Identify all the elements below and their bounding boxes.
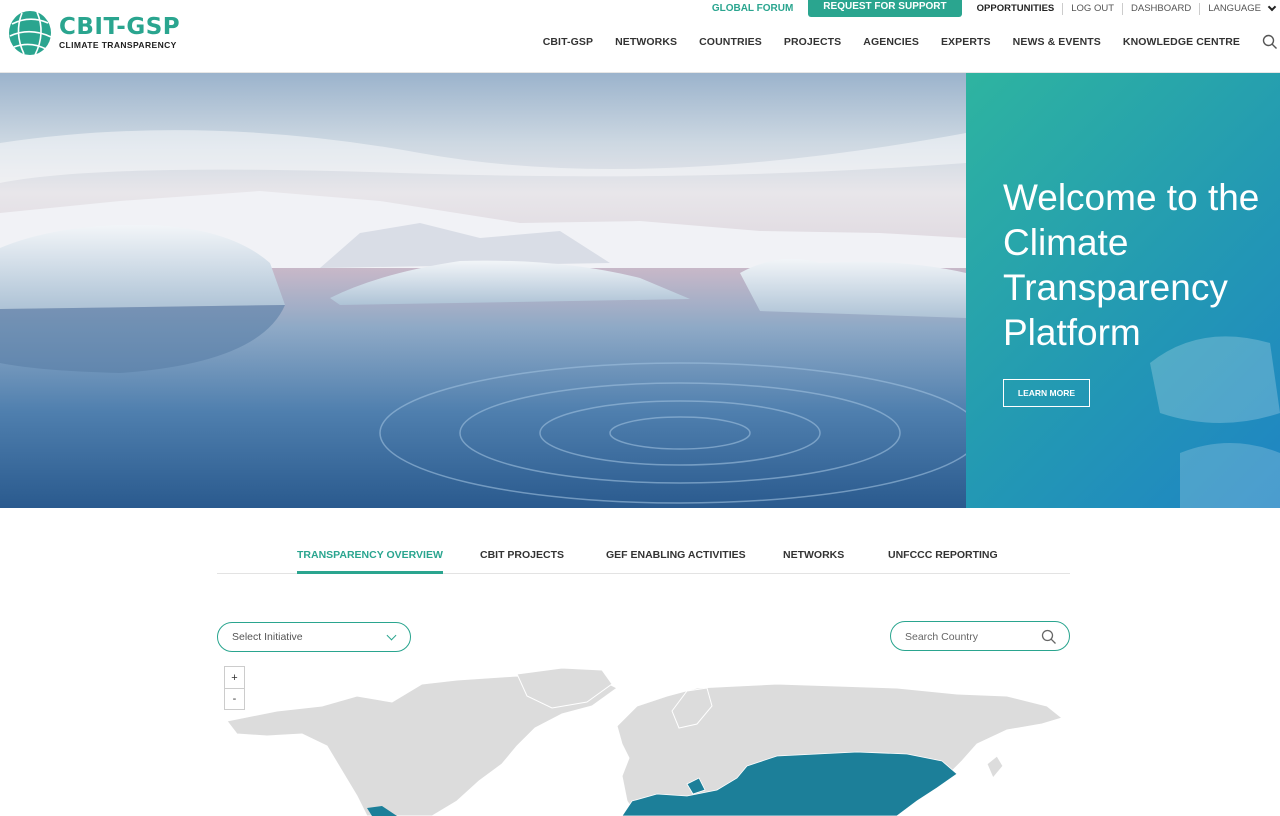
hero-panel: Welcome to the Climate Transparency Plat… — [966, 73, 1280, 508]
request-support-button[interactable]: REQUEST FOR SUPPORT — [808, 0, 962, 17]
nav-item-countries[interactable]: COUNTRIES — [699, 36, 762, 48]
world-map-graphic — [226, 667, 1064, 816]
nav-item-knowledge-centre[interactable]: KNOWLEDGE CENTRE — [1123, 36, 1240, 48]
nav-item-networks[interactable]: NETWORKS — [615, 36, 677, 48]
language-label: LANGUAGE — [1208, 2, 1261, 14]
tab-unfccc-reporting[interactable]: UNFCCC REPORTING — [888, 549, 998, 574]
map-zoom-control: + - — [224, 666, 245, 710]
language-dropdown[interactable]: LANGUAGE — [1199, 2, 1280, 15]
glacier-lagoon-image — [0, 73, 966, 508]
site-header: CBIT-GSP CLIMATE TRANSPARENCY GLOBAL FOR… — [0, 0, 1280, 73]
tab-transparency-overview[interactable]: TRANSPARENCY OVERVIEW — [297, 549, 443, 574]
main-nav: CBIT-GSP NETWORKS COUNTRIES PROJECTS AGE… — [543, 34, 1280, 50]
search-country-input[interactable] — [905, 629, 1035, 645]
globe-logo-icon — [9, 11, 52, 56]
learn-more-button[interactable]: LEARN MORE — [1003, 379, 1090, 407]
select-initiative-label: Select Initiative — [232, 631, 303, 643]
utility-bar: GLOBAL FORUM REQUEST FOR SUPPORT OPPORTU… — [712, 0, 1280, 17]
search-country-box — [890, 621, 1070, 651]
global-forum-link[interactable]: GLOBAL FORUM — [712, 3, 793, 14]
search-icon[interactable] — [1041, 629, 1057, 645]
tab-networks[interactable]: NETWORKS — [783, 549, 844, 574]
search-icon[interactable] — [1262, 34, 1278, 50]
zoom-in-button[interactable]: + — [225, 667, 244, 688]
tab-gef-enabling-activities[interactable]: GEF ENABLING ACTIVITIES — [606, 549, 746, 574]
nav-item-news-events[interactable]: NEWS & EVENTS — [1013, 36, 1101, 48]
nav-item-experts[interactable]: EXPERTS — [941, 36, 991, 48]
chevron-down-icon — [1267, 2, 1277, 11]
hero-title: Welcome to the Climate Transparency Plat… — [1003, 177, 1260, 353]
nav-item-agencies[interactable]: AGENCIES — [863, 36, 919, 48]
nav-item-cbit-gsp[interactable]: CBIT-GSP — [543, 36, 593, 48]
opportunities-link[interactable]: OPPORTUNITIES — [969, 3, 1063, 15]
hero-banner: Welcome to the Climate Transparency Plat… — [0, 73, 1280, 508]
logo-title: CBIT-GSP — [59, 14, 181, 40]
select-initiative-dropdown[interactable]: Select Initiative — [217, 622, 411, 652]
world-map[interactable]: + - — [217, 666, 1070, 816]
logo[interactable]: CBIT-GSP CLIMATE TRANSPARENCY — [8, 9, 180, 57]
chevron-down-icon — [386, 630, 397, 641]
nav-item-projects[interactable]: PROJECTS — [784, 36, 841, 48]
zoom-out-button[interactable]: - — [225, 688, 244, 709]
overview-tabs: TRANSPARENCY OVERVIEW CBIT PROJECTS GEF … — [217, 549, 1070, 574]
logout-link[interactable]: LOG OUT — [1062, 2, 1122, 15]
dashboard-link[interactable]: DASHBOARD — [1122, 2, 1199, 15]
logo-subtitle: CLIMATE TRANSPARENCY — [59, 40, 177, 50]
tab-cbit-projects[interactable]: CBIT PROJECTS — [480, 549, 564, 574]
